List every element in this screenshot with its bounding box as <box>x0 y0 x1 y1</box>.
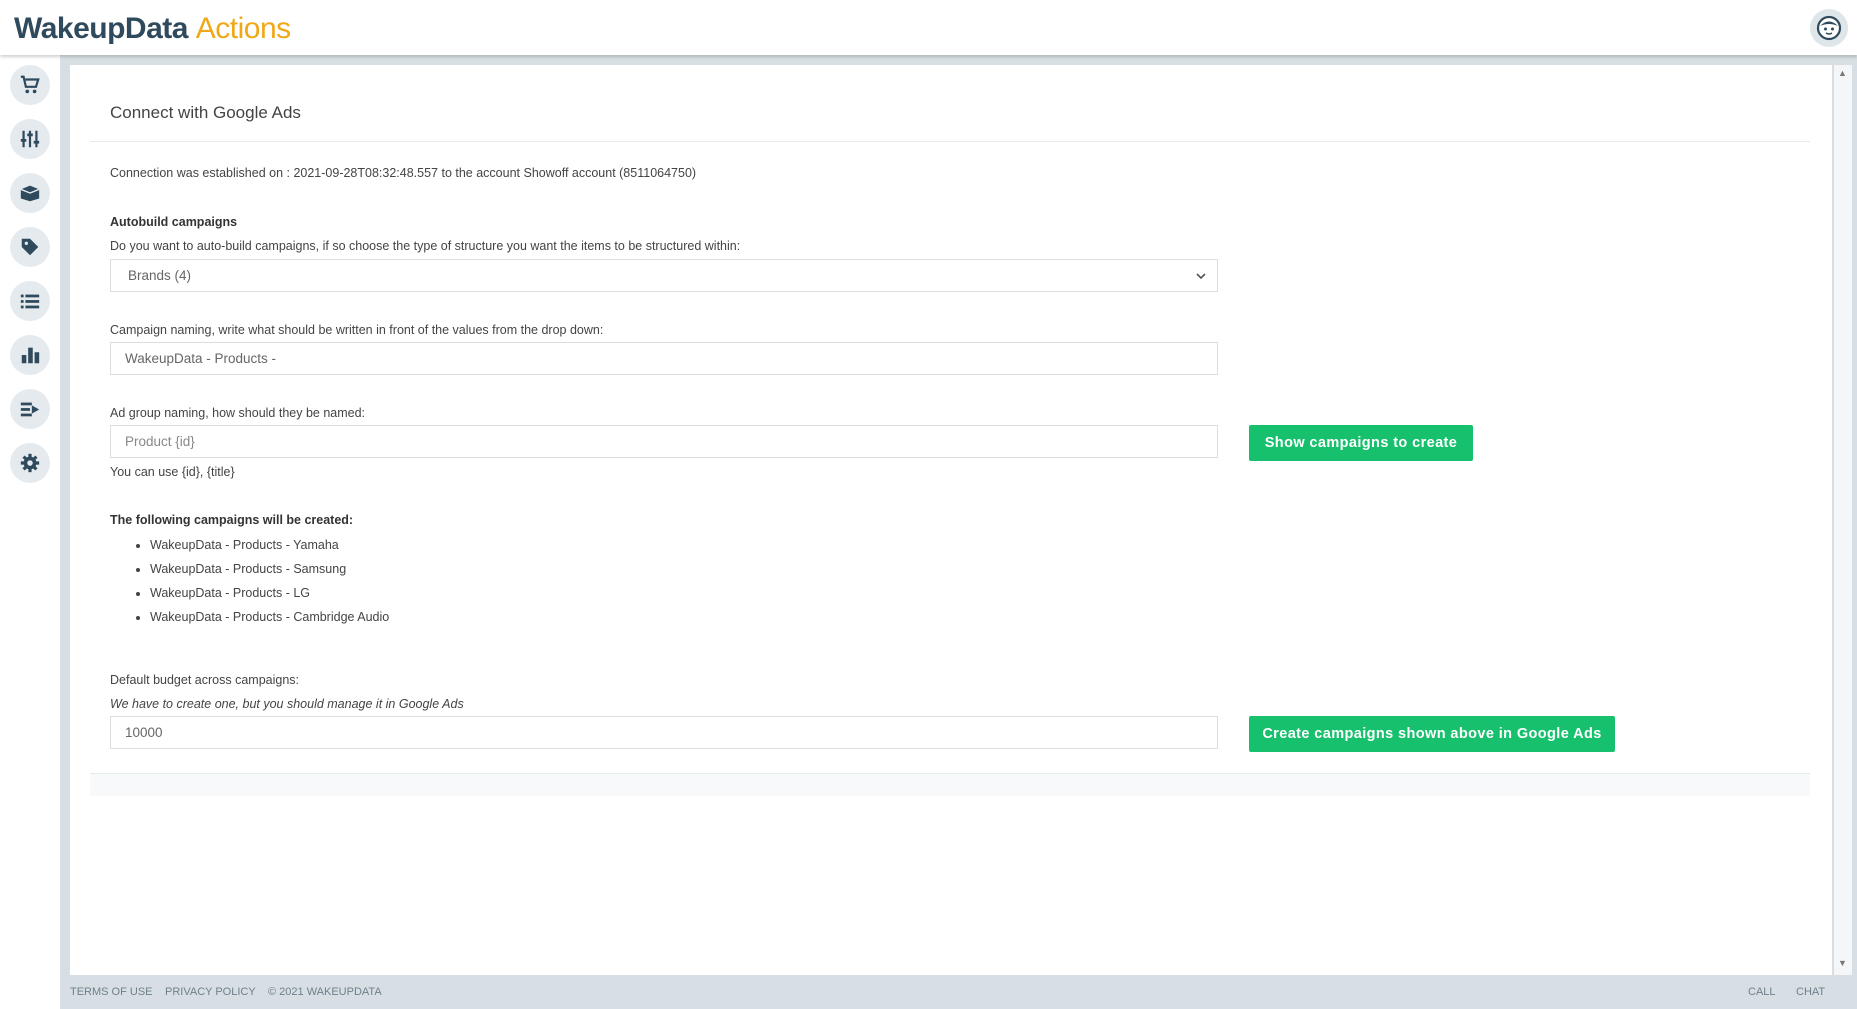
top-bar: WakeupData Actions <box>0 0 1857 55</box>
adgroup-naming-label: Ad group naming, how should they be name… <box>110 406 366 420</box>
export-icon <box>20 402 40 417</box>
structure-select-value: Brands (4) <box>128 268 192 283</box>
user-avatar-button[interactable] <box>1810 9 1848 47</box>
sidebar-item-lists[interactable] <box>10 281 50 321</box>
sidebar-item-reports[interactable] <box>10 335 50 375</box>
budget-value: 10000 <box>125 725 163 740</box>
scroll-down-arrow-icon[interactable]: ▼ <box>1838 958 1847 968</box>
sidebar-item-inventory[interactable] <box>10 173 50 213</box>
sidebar-item-products[interactable] <box>10 65 50 105</box>
vertical-scrollbar[interactable] <box>1834 65 1852 975</box>
budget-input[interactable]: 10000 <box>110 716 1218 749</box>
campaign-naming-input[interactable]: WakeupData - Products - <box>110 342 1218 375</box>
brand-secondary: Actions <box>195 12 291 45</box>
sidebar-item-exports[interactable] <box>10 389 50 429</box>
connection-status: Connection was established on : 2021-09-… <box>110 166 697 180</box>
chevron-down-icon <box>1196 273 1206 280</box>
budget-note: We have to create one, but you should ma… <box>110 697 464 711</box>
adgroup-naming-placeholder: Product {id} <box>125 434 195 449</box>
list-item: WakeupData - Products - Samsung <box>150 557 389 581</box>
footer: TERMS OF USE PRIVACY POLICY © 2021 WAKEU… <box>60 975 1857 1009</box>
tag-icon <box>21 238 39 256</box>
autobuild-description: Do you want to auto-build campaigns, if … <box>110 239 741 253</box>
campaign-naming-label: Campaign naming, write what should be wr… <box>110 323 604 337</box>
autobuild-heading: Autobuild campaigns <box>110 215 238 229</box>
terms-link[interactable]: TERMS OF USE <box>70 986 153 998</box>
sidebar-item-settings[interactable] <box>10 443 50 483</box>
sidebar-item-filters[interactable] <box>10 119 50 159</box>
panel-footer-strip <box>90 773 1810 796</box>
box-icon <box>20 185 40 202</box>
campaign-list: WakeupData - Products - Yamaha WakeupDat… <box>130 533 389 629</box>
page-title: Connect with Google Ads <box>110 103 301 122</box>
title-divider <box>90 141 1810 142</box>
brand-logo[interactable]: WakeupData Actions <box>14 12 291 46</box>
scroll-up-arrow-icon[interactable]: ▲ <box>1838 68 1847 78</box>
list-icon <box>20 294 40 309</box>
bar-chart-icon <box>21 347 40 364</box>
sidebar-item-labels[interactable] <box>10 227 50 267</box>
copyright-text: © 2021 WAKEUPDATA <box>268 986 382 998</box>
gear-icon <box>20 453 40 473</box>
sidebar <box>0 55 60 1009</box>
avatar-face-icon <box>1816 15 1842 41</box>
list-item: WakeupData - Products - LG <box>150 581 389 605</box>
structure-select[interactable]: Brands (4) <box>110 259 1218 292</box>
budget-label: Default budget across campaigns: <box>110 673 299 687</box>
cart-icon <box>20 75 40 94</box>
chat-link[interactable]: CHAT <box>1796 986 1825 998</box>
campaign-naming-value: WakeupData - Products - <box>125 351 277 366</box>
campaigns-heading: The following campaigns will be created: <box>110 513 354 527</box>
list-item: WakeupData - Products - Yamaha <box>150 533 389 557</box>
create-campaigns-button[interactable]: Create campaigns shown above in Google A… <box>1249 716 1615 752</box>
call-link[interactable]: CALL <box>1748 986 1776 998</box>
list-item: WakeupData - Products - Cambridge Audio <box>150 605 389 629</box>
show-campaigns-button[interactable]: Show campaigns to create <box>1249 425 1473 461</box>
privacy-link[interactable]: PRIVACY POLICY <box>165 986 256 998</box>
adgroup-naming-input[interactable]: Product {id} <box>110 425 1218 458</box>
sliders-icon <box>20 130 40 148</box>
adgroup-naming-hint: You can use {id}, {title} <box>110 465 235 479</box>
brand-primary: WakeupData <box>14 12 188 45</box>
